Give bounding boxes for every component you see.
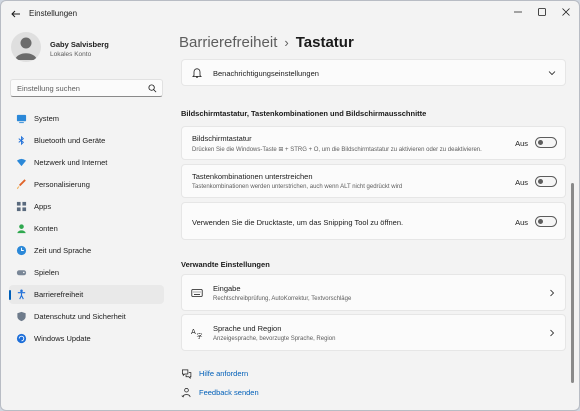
update-icon bbox=[16, 333, 27, 344]
setting-description: Drücken Sie die Windows-Taste ⊞ + STRG +… bbox=[192, 147, 482, 153]
shield-icon bbox=[17, 311, 26, 322]
sidebar-item-gaming[interactable]: Spielen bbox=[9, 263, 164, 282]
sidebar-item-privacy[interactable]: Datenschutz und Sicherheit bbox=[9, 307, 164, 326]
wifi-icon bbox=[16, 158, 27, 167]
keyboard-icon bbox=[191, 289, 203, 297]
chevron-right-icon bbox=[550, 289, 555, 297]
link-description: Rechtschreibprüfung, AutoKorrektur, Text… bbox=[213, 296, 352, 302]
section-heading: Verwandte Einstellungen bbox=[181, 260, 270, 269]
page-title: Tastatur bbox=[295, 34, 354, 51]
setting-title: Bildschirmtastatur bbox=[192, 134, 252, 143]
maximize-button[interactable] bbox=[531, 5, 553, 19]
language-icon: A 字 bbox=[191, 328, 203, 340]
sidebar-item-label: Barrierefreiheit bbox=[34, 290, 84, 299]
title-bar: Einstellungen bbox=[1, 1, 579, 29]
notification-settings-card[interactable]: Benachrichtigungseinstellungen bbox=[181, 59, 566, 86]
sidebar-item-label: System bbox=[34, 114, 60, 123]
close-button[interactable] bbox=[555, 5, 577, 19]
globe-clock-icon bbox=[16, 245, 27, 256]
svg-text:字: 字 bbox=[197, 333, 203, 340]
sidebar-item-accounts[interactable]: Konten bbox=[9, 219, 164, 238]
sidebar-item-network[interactable]: Netzwerk und Internet bbox=[9, 153, 164, 172]
breadcrumb-parent[interactable]: Barrierefreiheit bbox=[179, 34, 277, 51]
sidebar-item-apps[interactable]: Apps bbox=[9, 197, 164, 216]
setting-on-screen-keyboard: Bildschirmtastatur Drücken Sie die Windo… bbox=[181, 126, 566, 160]
toggle-switch[interactable] bbox=[535, 176, 557, 187]
link-text: Feedback senden bbox=[199, 388, 259, 397]
toggle-state-label: Aus bbox=[515, 218, 528, 227]
chevron-down-icon bbox=[548, 71, 556, 76]
link-text: Hilfe anfordern bbox=[199, 369, 249, 378]
monitor-icon bbox=[16, 114, 27, 124]
chevron-right-icon bbox=[550, 329, 555, 337]
setting-underline-access-keys: Tastenkombinationen unterstreichen Taste… bbox=[181, 164, 566, 198]
sidebar-item-bluetooth[interactable]: Bluetooth und Geräte bbox=[9, 131, 164, 150]
toggle-state-label: Aus bbox=[515, 178, 528, 187]
toggle-switch[interactable] bbox=[535, 216, 557, 227]
related-language-region[interactable]: A 字 Sprache und Region Anzeigesprache, b… bbox=[181, 314, 566, 351]
avatar[interactable] bbox=[11, 32, 41, 62]
breadcrumb: Barrierefreiheit › Tastatur bbox=[179, 34, 354, 54]
bluetooth-icon bbox=[18, 135, 25, 146]
sidebar-item-accessibility[interactable]: Barrierefreiheit bbox=[9, 285, 164, 304]
card-title: Benachrichtigungseinstellungen bbox=[213, 69, 319, 78]
sidebar-item-label: Datenschutz und Sicherheit bbox=[34, 312, 126, 321]
maximize-icon bbox=[538, 8, 546, 16]
sidebar-item-system[interactable]: System bbox=[9, 109, 164, 128]
setting-title: Verwenden Sie die Drucktaste, um das Sni… bbox=[192, 218, 404, 227]
related-typing[interactable]: Eingabe Rechtschreibprüfung, AutoKorrekt… bbox=[181, 274, 566, 311]
sidebar-item-label: Personalisierung bbox=[34, 180, 90, 189]
profile-account-type: Lokales Konto bbox=[50, 51, 92, 58]
sidebar-item-personalization[interactable]: Personalisierung bbox=[9, 175, 164, 194]
accessibility-icon bbox=[17, 289, 26, 300]
section-heading: Bildschirmtastatur, Tastenkombinationen … bbox=[181, 109, 427, 118]
feedback-icon bbox=[181, 388, 191, 398]
apps-icon bbox=[16, 201, 27, 212]
breadcrumb-separator: › bbox=[284, 35, 289, 50]
svg-text:A: A bbox=[191, 328, 196, 336]
sidebar-item-label: Apps bbox=[34, 202, 52, 211]
link-title: Sprache und Region bbox=[213, 324, 282, 333]
sidebar-item-label: Bluetooth und Geräte bbox=[34, 136, 106, 145]
person-icon bbox=[15, 37, 37, 60]
setting-title: Tastenkombinationen unterstreichen bbox=[192, 172, 313, 181]
minimize-button[interactable] bbox=[507, 5, 529, 19]
sidebar-item-label: Windows Update bbox=[34, 334, 91, 343]
sidebar-item-time-language[interactable]: Zeit und Sprache bbox=[9, 241, 164, 260]
sidebar-item-label: Konten bbox=[34, 224, 58, 233]
close-icon bbox=[562, 8, 570, 16]
settings-window: Einstellungen Gaby Salvisberg Lokales Ko… bbox=[0, 0, 580, 411]
toggle-switch[interactable] bbox=[535, 137, 557, 148]
sidebar-item-windows-update[interactable]: Windows Update bbox=[9, 329, 164, 348]
search-icon[interactable] bbox=[148, 84, 157, 93]
bell-icon bbox=[192, 68, 202, 78]
search-box[interactable] bbox=[10, 79, 163, 97]
link-title: Eingabe bbox=[213, 284, 241, 293]
minimize-icon bbox=[514, 11, 522, 13]
profile-name: Gaby Salvisberg bbox=[50, 40, 109, 49]
gamepad-icon bbox=[16, 270, 27, 276]
setting-description: Tastenkombinationen werden unterstrichen… bbox=[192, 184, 403, 190]
help-icon bbox=[182, 369, 192, 379]
person-icon bbox=[17, 224, 26, 234]
sidebar-item-label: Netzwerk und Internet bbox=[34, 158, 108, 167]
window-title: Einstellungen bbox=[29, 9, 78, 18]
sidebar-item-label: Spielen bbox=[34, 268, 60, 277]
brush-icon bbox=[16, 179, 26, 190]
toggle-state-label: Aus bbox=[515, 139, 528, 148]
sidebar-item-label: Zeit und Sprache bbox=[34, 246, 92, 255]
arrow-left-icon bbox=[11, 10, 20, 18]
setting-print-screen-snipping: Verwenden Sie die Drucktaste, um das Sni… bbox=[181, 202, 566, 240]
link-description: Anzeigesprache, bevorzugte Sprache, Regi… bbox=[213, 336, 336, 342]
search-input[interactable] bbox=[17, 82, 142, 95]
scrollbar[interactable] bbox=[571, 183, 574, 383]
back-button[interactable] bbox=[9, 7, 23, 21]
